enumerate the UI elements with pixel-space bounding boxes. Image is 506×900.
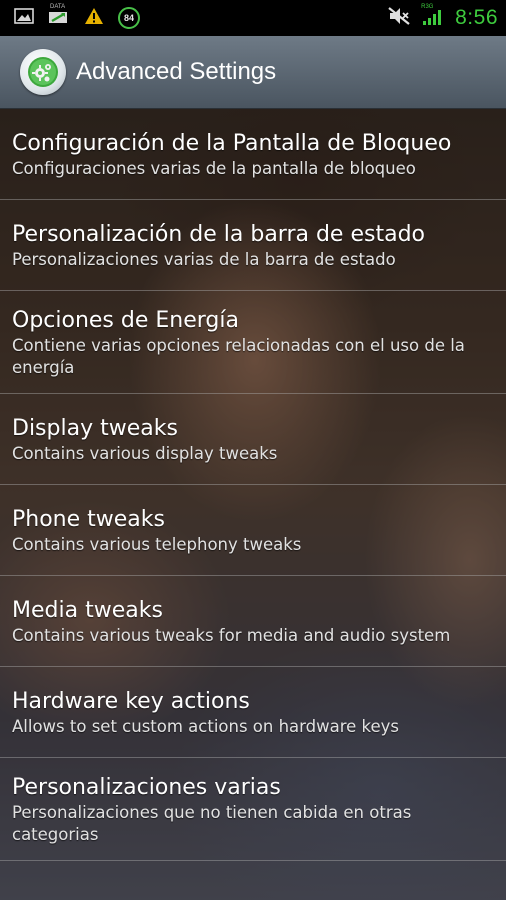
mute-icon	[387, 6, 411, 30]
item-summary: Configuraciones varias de la pantalla de…	[12, 158, 416, 178]
item-title: Phone tweaks	[12, 506, 165, 532]
settings-item-statusbar[interactable]: Personalización de la barra de estado Pe…	[0, 200, 506, 291]
item-title: Personalización de la barra de estado	[12, 221, 425, 247]
item-summary: Contains various telephony tweaks	[12, 534, 302, 554]
item-summary: Contains various display tweaks	[12, 443, 278, 463]
settings-item-lockscreen[interactable]: Configuración de la Pantalla de Bloqueo …	[0, 109, 506, 200]
item-title: Opciones de Energía	[12, 307, 239, 333]
settings-list: Configuración de la Pantalla de Bloqueo …	[0, 109, 506, 861]
action-bar: Advanced Settings	[0, 36, 506, 109]
data-label: DATA	[50, 4, 66, 10]
settings-item-display[interactable]: Display tweaks Contains various display …	[0, 394, 506, 485]
signal-icon: R3G	[421, 4, 445, 30]
item-summary: Personalizaciones que no tienen cabida e…	[12, 802, 412, 844]
page-title: Advanced Settings	[76, 58, 277, 85]
item-summary: Personalizaciones varias de la barra de …	[12, 249, 396, 269]
item-title: Display tweaks	[12, 415, 178, 441]
settings-item-power[interactable]: Opciones de Energía Contiene varias opci…	[0, 291, 506, 394]
warning-icon	[84, 7, 104, 29]
item-summary: Allows to set custom actions on hardware…	[12, 716, 400, 736]
notification-icons: DATA 84	[0, 4, 140, 29]
gears-icon[interactable]	[20, 49, 66, 95]
gallery-icon	[14, 7, 34, 29]
settings-item-hardware-keys[interactable]: Hardware key actions Allows to set custo…	[0, 667, 506, 758]
item-title: Personalizaciones varias	[12, 774, 281, 800]
battery-badge-icon: 84	[118, 7, 140, 29]
settings-item-media[interactable]: Media tweaks Contains various tweaks for…	[0, 576, 506, 667]
settings-item-phone[interactable]: Phone tweaks Contains various telephony …	[0, 485, 506, 576]
data-sync-icon: DATA	[48, 4, 70, 29]
item-summary: Contains various tweaks for media and au…	[12, 625, 451, 645]
status-bar: DATA 84 R3G 8:56	[0, 0, 506, 36]
item-summary: Contiene varias opciones relacionadas co…	[12, 335, 465, 377]
item-title: Configuración de la Pantalla de Bloqueo	[12, 130, 452, 156]
settings-item-misc[interactable]: Personalizaciones varias Personalizacion…	[0, 758, 506, 861]
clock: 8:56	[455, 6, 498, 29]
network-type-label: R3G	[421, 4, 434, 10]
item-title: Hardware key actions	[12, 688, 250, 714]
system-icons: R3G 8:56	[387, 4, 506, 30]
item-title: Media tweaks	[12, 597, 163, 623]
screen: DATA 84 R3G 8:56 Advanced Settings Confi…	[0, 0, 506, 900]
